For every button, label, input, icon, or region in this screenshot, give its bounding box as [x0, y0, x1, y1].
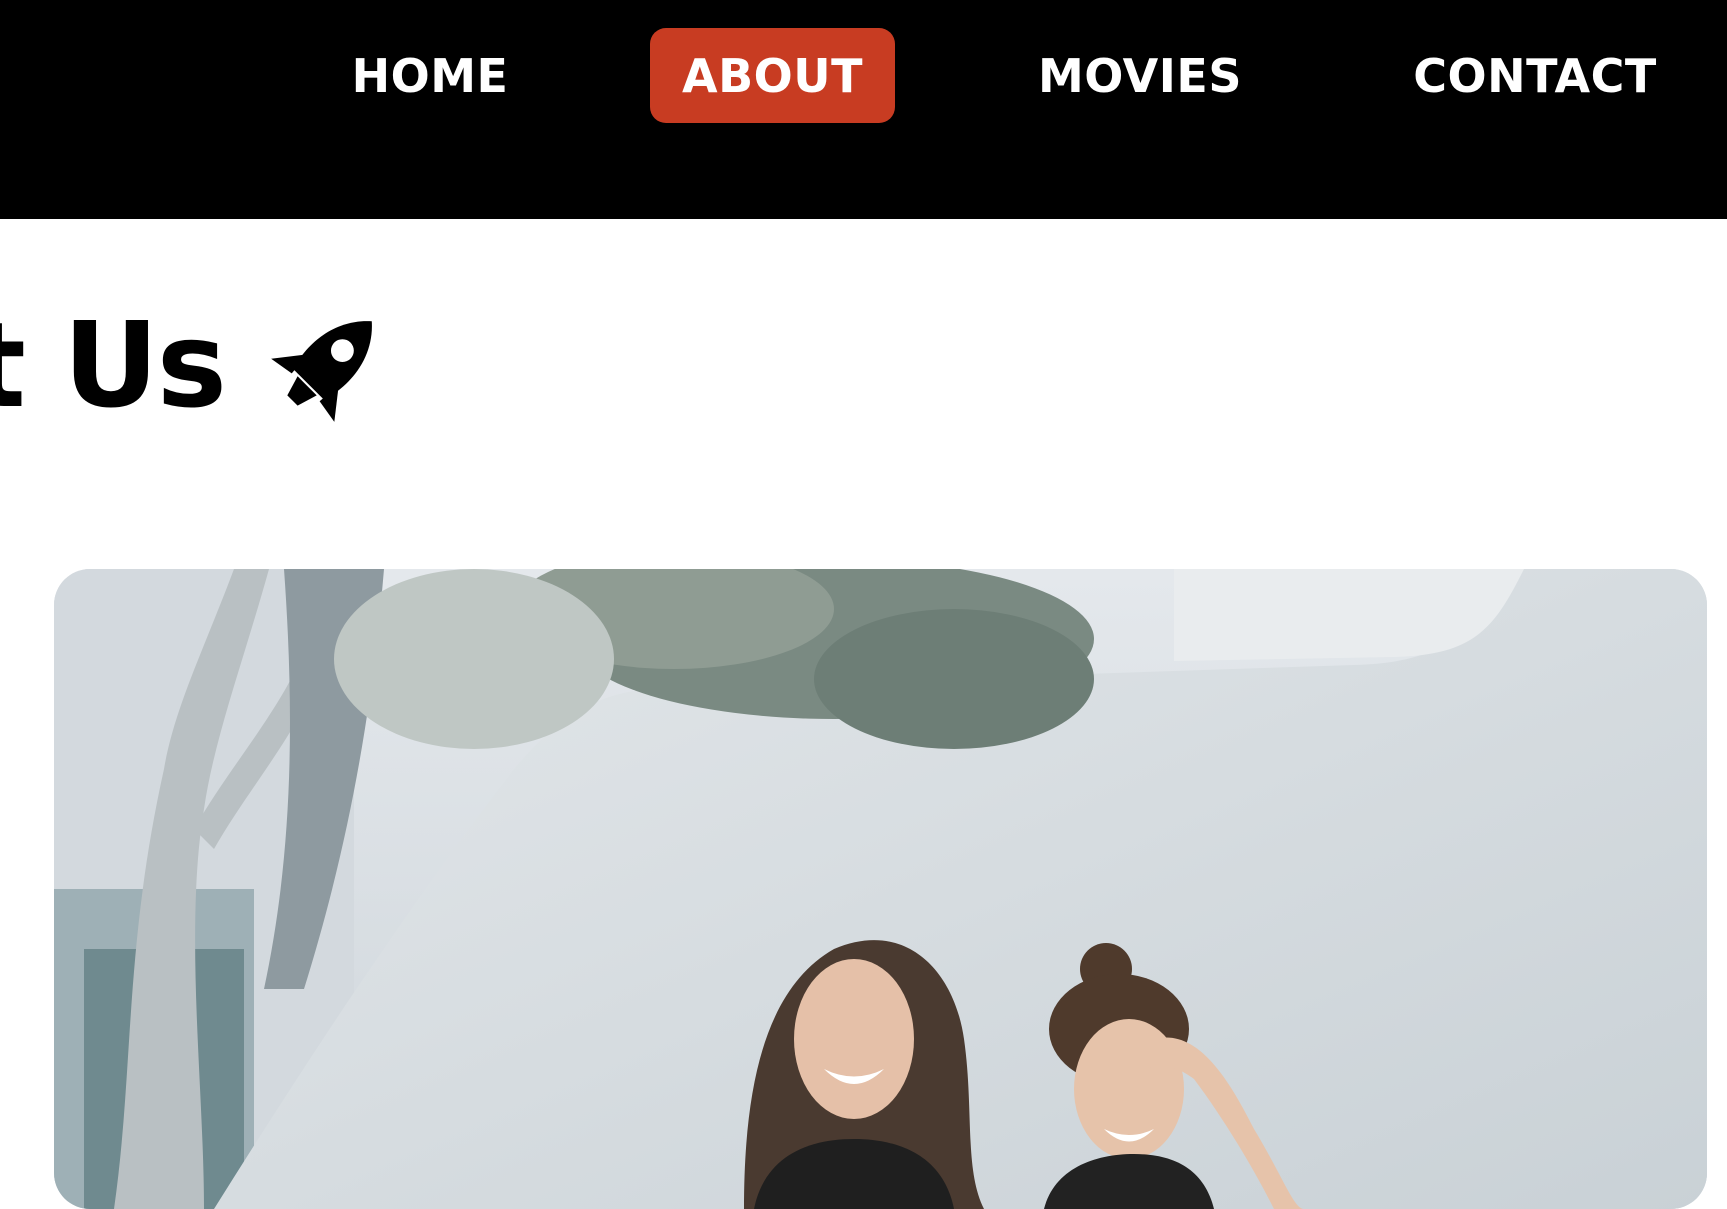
nav-link-contact[interactable]: CONTACT	[1400, 28, 1670, 123]
hero-photo	[54, 569, 1707, 1209]
top-navigation-bar: HOME ABOUT MOVIES CONTACT	[0, 0, 1727, 219]
nav-link-home[interactable]: HOME	[330, 28, 530, 123]
rocket-icon	[258, 300, 393, 435]
nav-link-about[interactable]: ABOUT	[650, 28, 895, 123]
nav-link-movies[interactable]: MOVIES	[1010, 28, 1270, 123]
page-title: t Us	[0, 296, 227, 434]
